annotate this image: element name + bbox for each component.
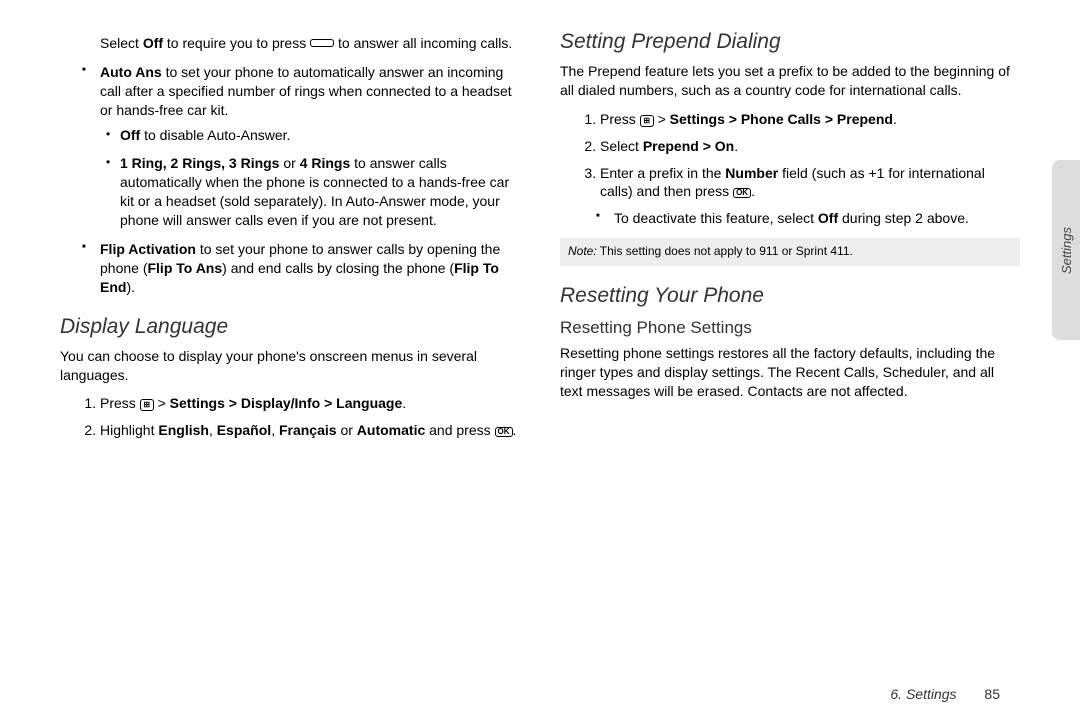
left-column: Select Off to require you to press to an… [60, 30, 520, 620]
bold-path: Settings > Display/Info > Language [170, 395, 403, 411]
bold-auto: Automatic [357, 422, 425, 438]
text: to set your phone to automatically answe… [100, 64, 512, 118]
ok-key-icon: OK [495, 427, 513, 437]
bold-path: Prepend > On [643, 138, 734, 154]
footer-page-number: 85 [984, 686, 1000, 702]
subbullet-off: Off to disable Auto-Answer. [120, 126, 520, 145]
sub-bullet-list: Off to disable Auto-Answer. 1 Ring, 2 Ri… [100, 126, 520, 230]
spd-sub-bullets: To deactivate this feature, select Off d… [600, 209, 1020, 228]
menu-key-icon: ⊞ [140, 399, 154, 411]
right-column: Setting Prepend Dialing The Prepend feat… [560, 30, 1020, 620]
text: to require you to press [163, 35, 310, 51]
spd-step-1: Press ⊞ > Settings > Phone Calls > Prepe… [600, 110, 1020, 129]
talk-key-icon [310, 39, 334, 47]
note-text: This setting does not apply to 911 or Sp… [597, 244, 853, 258]
text: or [337, 422, 357, 438]
bold-path: Settings > Phone Calls > Prepend [670, 111, 893, 127]
heading-display-language: Display Language [60, 315, 520, 339]
bold-fr: Français [279, 422, 337, 438]
page-footer: 6. Settings 85 [890, 686, 1000, 702]
bold-off: Off [120, 127, 140, 143]
spd-intro: The Prepend feature lets you set a prefi… [560, 62, 1020, 100]
text: ) and end calls by closing the phone ( [222, 260, 454, 276]
text: during step 2 above. [838, 210, 969, 226]
heading-prepend: Setting Prepend Dialing [560, 30, 1020, 54]
text: Press [100, 395, 140, 411]
menu-key-icon: ⊞ [640, 115, 654, 127]
dl-steps: Press ⊞ > Settings > Display/Info > Lang… [60, 394, 520, 440]
text: To deactivate this feature, select [614, 210, 818, 226]
text: . [513, 422, 517, 438]
bullet-flip: Flip Activation to set your phone to ans… [100, 240, 520, 297]
subheading-reset-settings: Resetting Phone Settings [560, 318, 1020, 338]
text: , [209, 422, 217, 438]
bold-off: Off [143, 35, 163, 51]
note-label: Note: [568, 244, 597, 258]
text: . [751, 183, 755, 199]
dl-intro: You can choose to display your phone's o… [60, 347, 520, 385]
bold-flip: Flip Activation [100, 241, 196, 257]
text: to disable Auto-Answer. [140, 127, 290, 143]
text: Select [100, 35, 143, 51]
spd-steps: Press ⊞ > Settings > Phone Calls > Prepe… [560, 110, 1020, 228]
bold-auto-ans: Auto Ans [100, 64, 162, 80]
spd-deactivate: To deactivate this feature, select Off d… [614, 209, 1020, 228]
text: > [154, 395, 170, 411]
text: Press [600, 111, 640, 127]
dl-step-2: Highlight English, Español, Français or … [100, 421, 520, 440]
note-box: Note: This setting does not apply to 911… [560, 238, 1020, 266]
thumb-tab: Settings [1052, 160, 1080, 340]
page-content: Select Off to require you to press to an… [0, 0, 1080, 640]
text: > [654, 111, 670, 127]
thumb-tab-label: Settings [1059, 227, 1074, 274]
text: and press [425, 422, 494, 438]
text: . [893, 111, 897, 127]
bold-4rings: 4 Rings [300, 155, 351, 171]
bold-flip-ans: Flip To Ans [147, 260, 222, 276]
text: Select [600, 138, 643, 154]
auto-ans-intro: Select Off to require you to press to an… [100, 34, 520, 53]
bold-off: Off [818, 210, 838, 226]
text: to answer all incoming calls. [334, 35, 512, 51]
text: or [279, 155, 299, 171]
bullet-auto-ans: Auto Ans to set your phone to automatica… [100, 63, 520, 230]
heading-reset: Resetting Your Phone [560, 284, 1020, 308]
bold-rings: 1 Ring, 2 Rings, 3 Rings [120, 155, 279, 171]
dl-step-1: Press ⊞ > Settings > Display/Info > Lang… [100, 394, 520, 413]
text: Highlight [100, 422, 158, 438]
subbullet-rings: 1 Ring, 2 Rings, 3 Rings or 4 Rings to a… [120, 154, 520, 230]
spd-step-2: Select Prepend > On. [600, 137, 1020, 156]
spd-step-3: Enter a prefix in the Number field (such… [600, 164, 1020, 229]
reset-body: Resetting phone settings restores all th… [560, 344, 1020, 401]
bullet-list: Auto Ans to set your phone to automatica… [60, 63, 520, 297]
bold-number: Number [725, 165, 778, 181]
text: Enter a prefix in the [600, 165, 725, 181]
text: , [271, 422, 279, 438]
bold-en: English [158, 422, 209, 438]
ok-key-icon: OK [733, 188, 751, 198]
text: ). [126, 279, 135, 295]
footer-chapter: 6. Settings [890, 686, 956, 702]
bold-es: Español [217, 422, 271, 438]
text: . [734, 138, 738, 154]
text: . [402, 395, 406, 411]
